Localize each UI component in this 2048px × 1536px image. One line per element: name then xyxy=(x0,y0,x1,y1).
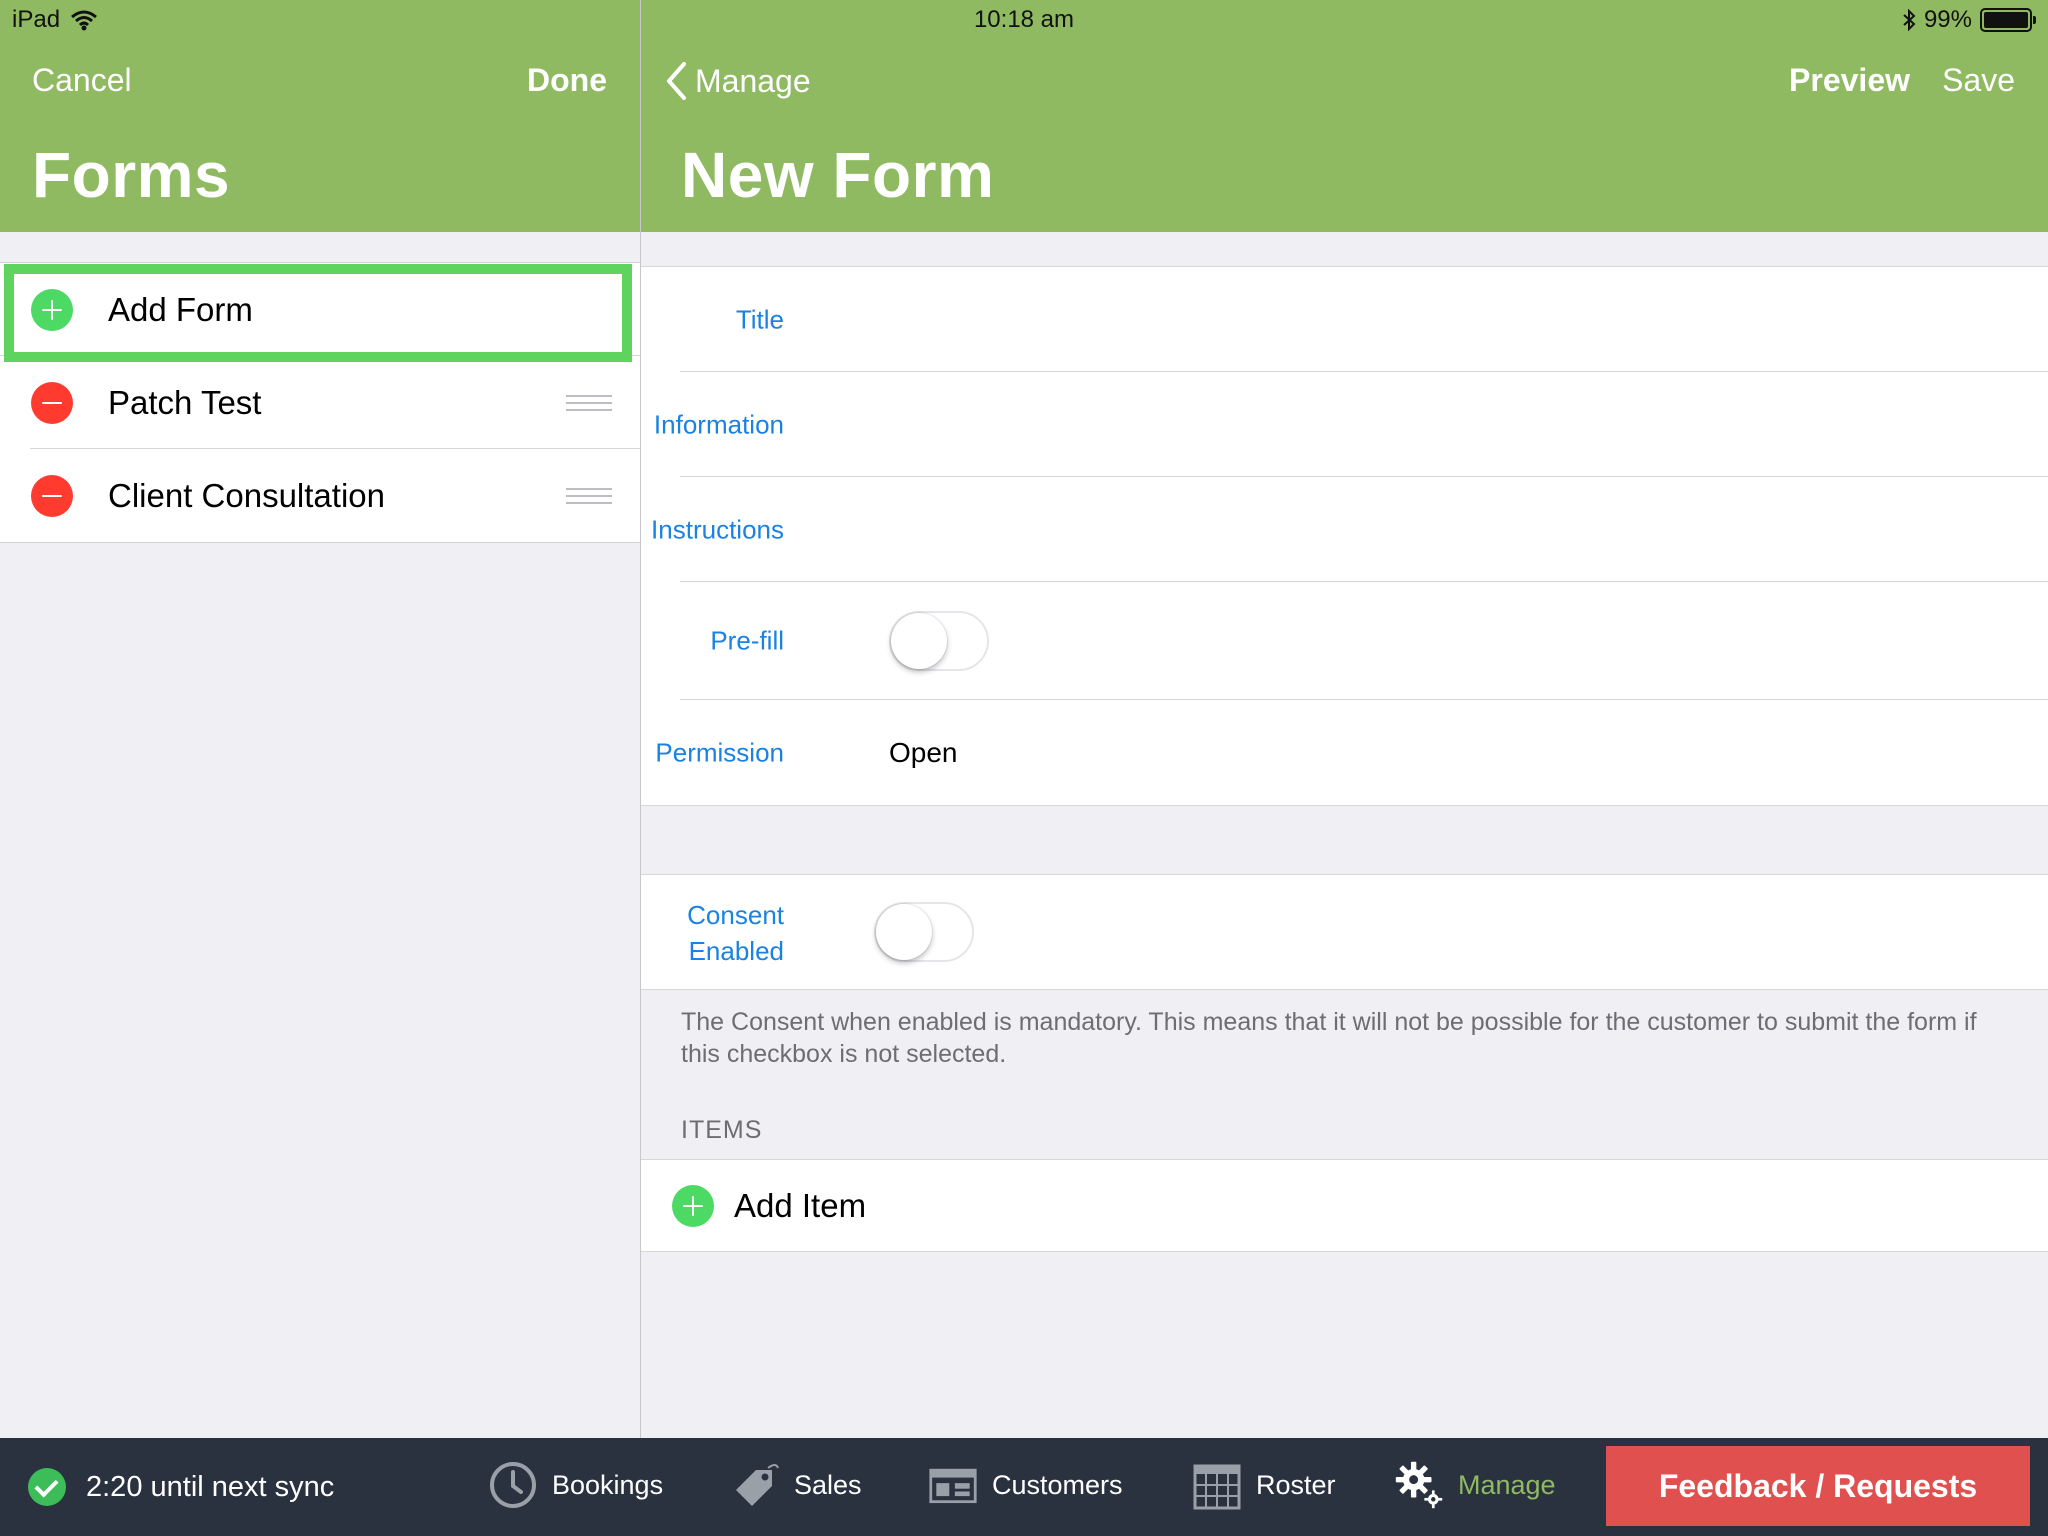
add-form-label: Add Form xyxy=(108,290,253,328)
delete-circle-icon[interactable] xyxy=(31,381,73,424)
add-item-label: Add Item xyxy=(734,1186,867,1224)
sync-text: 2:20 until next sync xyxy=(86,1470,335,1503)
instructions-field-label: Instructions xyxy=(651,514,784,544)
permission-value: Open xyxy=(889,736,958,768)
page-title-forms: Forms xyxy=(32,139,231,211)
gears-icon xyxy=(1394,1460,1444,1510)
battery-icon xyxy=(1980,8,2036,32)
form-fields-group: Title Information Instructions Pre-fill … xyxy=(641,266,2048,806)
tab-label: Customers xyxy=(992,1469,1123,1500)
consent-toggle[interactable] xyxy=(874,902,974,962)
reorder-handle-icon[interactable] xyxy=(566,394,612,411)
done-button[interactable]: Done xyxy=(527,62,607,99)
bottom-toolbar: 2:20 until next sync Bookings Sales Cust… xyxy=(0,1438,2048,1536)
sync-status: 2:20 until next sync xyxy=(28,1468,334,1506)
list-item[interactable]: Client Consultation xyxy=(0,449,640,542)
tab-sales[interactable]: Sales xyxy=(730,1460,862,1510)
reorder-handle-icon[interactable] xyxy=(566,487,612,504)
tab-roster[interactable]: Roster xyxy=(1192,1460,1336,1510)
add-circle-icon xyxy=(31,288,73,331)
tab-label: Roster xyxy=(1256,1469,1336,1500)
tab-label: Manage xyxy=(1458,1469,1556,1500)
chevron-left-icon xyxy=(667,62,686,100)
list-item[interactable]: Patch Test xyxy=(0,356,640,449)
tab-label: Bookings xyxy=(552,1469,664,1500)
instructions-field-row[interactable]: Instructions xyxy=(641,477,2048,582)
add-circle-icon xyxy=(672,1184,714,1227)
price-tag-icon xyxy=(730,1460,780,1510)
items-section-header: ITEMS xyxy=(681,1116,763,1144)
battery-percent: 99% xyxy=(1923,6,1972,33)
permission-label: Permission xyxy=(655,737,784,767)
prefill-label: Pre-fill xyxy=(710,625,784,656)
cancel-button[interactable]: Cancel xyxy=(32,62,132,99)
title-field-row[interactable]: Title xyxy=(641,267,2048,372)
back-button[interactable]: Manage xyxy=(665,62,811,100)
status-bar: iPad 10:18 am 99% xyxy=(0,0,2048,40)
add-item-row[interactable]: Add Item xyxy=(641,1159,2048,1252)
consent-group: Consent Enabled xyxy=(641,874,2048,990)
back-button-label: Manage xyxy=(695,62,811,99)
delete-circle-icon[interactable] xyxy=(31,474,73,517)
prefill-toggle[interactable] xyxy=(889,611,989,671)
preview-button[interactable]: Preview xyxy=(1789,62,1910,99)
page-title-new-form: New Form xyxy=(681,139,995,211)
calendar-icon xyxy=(1192,1460,1242,1510)
status-time: 10:18 am xyxy=(973,6,1075,33)
add-form-row[interactable]: Add Form xyxy=(0,263,640,356)
tab-customers[interactable]: Customers xyxy=(928,1460,1123,1510)
forms-list: Add Form Patch Test Client Consultation xyxy=(0,262,640,543)
clock-icon xyxy=(488,1460,538,1510)
check-circle-icon xyxy=(28,1468,66,1506)
tab-manage[interactable]: Manage xyxy=(1394,1460,1556,1510)
information-field-row[interactable]: Information xyxy=(641,372,2048,477)
tab-label: Sales xyxy=(794,1469,862,1500)
storefront-icon xyxy=(928,1460,978,1510)
title-field-label: Title xyxy=(735,304,784,334)
feedback-requests-button[interactable]: Feedback / Requests xyxy=(1606,1446,2030,1526)
split-divider xyxy=(640,0,641,1438)
form-name: Client Consultation xyxy=(108,476,385,514)
bluetooth-icon xyxy=(1903,9,1916,31)
consent-note: The Consent when enabled is mandatory. T… xyxy=(681,1008,1977,1068)
form-name: Patch Test xyxy=(108,383,262,421)
information-field-label: Information xyxy=(653,409,784,439)
prefill-row: Pre-fill xyxy=(641,582,2048,700)
tab-bookings[interactable]: Bookings xyxy=(488,1460,663,1510)
consent-enabled-label: Consent Enabled xyxy=(687,900,784,966)
save-button[interactable]: Save xyxy=(1942,62,2015,99)
permission-row[interactable]: Permission Open xyxy=(641,700,2048,805)
